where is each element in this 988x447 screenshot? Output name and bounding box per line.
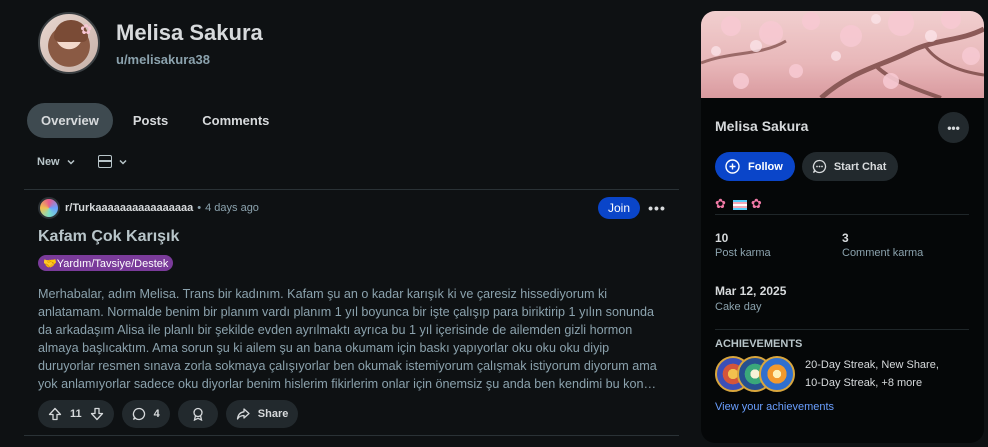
sort-dropdown[interactable]: New [37, 156, 76, 168]
pink-flower-icon: ✿ [750, 196, 765, 211]
sort-label: New [37, 155, 60, 168]
profile-banner [701, 11, 984, 98]
post-flair[interactable]: 🤝Yardım/Tavsiye/Destek [38, 255, 174, 271]
tab-posts[interactable]: Posts [119, 103, 182, 138]
layout-icon [97, 155, 112, 168]
cherry-blossom-banner [701, 11, 984, 98]
vote-control: 11 [38, 400, 114, 428]
tab-comments[interactable]: Comments [188, 103, 283, 138]
achievements-summary: 20-Day Streak, New Share, 10-Day Streak,… [805, 356, 965, 392]
follow-label: Follow [748, 160, 783, 173]
achievements-line: 10-Day Streak, +8 more [805, 377, 923, 389]
card-actions: Follow Start Chat [715, 152, 899, 181]
share-icon [236, 408, 250, 420]
comments-button[interactable]: 4 [121, 400, 170, 428]
post-time: 4 days ago [205, 202, 259, 214]
post-body-line: anlatamam. Normalde benim bir planım var… [38, 305, 654, 319]
post-body-line: yok anlamıyorlar sadece oku diyorlar ben… [38, 377, 663, 391]
separator-dot: • [197, 202, 202, 214]
achievements-title: ACHIEVEMENTS [715, 338, 803, 350]
comment-karma-value: 3 [842, 231, 849, 245]
sidebar-display-name: Melisa Sakura [715, 118, 809, 134]
chat-label: Start Chat [833, 160, 887, 173]
post-body-line: da arkadaşım Alisa ile planlı bir şekild… [38, 323, 633, 337]
downvote-icon[interactable] [90, 407, 104, 421]
comment-count: 4 [153, 408, 160, 420]
post-actions: 11 4 Share [38, 400, 299, 428]
chat-icon [812, 159, 826, 174]
profile-tabs: Overview Posts Comments [27, 103, 283, 138]
achievement-badges[interactable] [715, 356, 797, 392]
post-body-line: duruyorlar resmen sınava zorla sokmaya ç… [38, 359, 657, 373]
achievements-line: 20-Day Streak, New Share, [805, 359, 939, 371]
chevron-down-icon [119, 159, 127, 165]
award-icon [193, 407, 203, 421]
post-karma-label: Post karma [715, 247, 771, 259]
trans-flag-icon [732, 199, 747, 210]
view-achievements-link[interactable]: View your achievements [715, 401, 834, 413]
sort-row: New [37, 155, 128, 168]
divider [715, 329, 969, 330]
subreddit-icon[interactable] [38, 197, 60, 219]
flower-icon: ✿ [80, 21, 92, 37]
profile-card: Melisa Sakura ••• Follow Start Chat ✿ ✿ 1… [701, 11, 984, 443]
award-button[interactable] [177, 400, 218, 428]
cake-day-label: Cake day [715, 301, 762, 313]
profile-flair-icons: ✿ ✿ [715, 196, 765, 212]
cake-day-value: Mar 12, 2025 [715, 284, 787, 298]
tab-overview[interactable]: Overview [27, 103, 113, 138]
avatar[interactable]: ✿ [38, 12, 100, 74]
divider [24, 189, 679, 190]
streak-badge-icon [759, 356, 795, 392]
divider [24, 435, 679, 436]
post-body[interactable]: Merhabalar, adım Melisa. Trans bir kadın… [38, 285, 663, 393]
upvote-icon[interactable] [48, 407, 62, 421]
post-karma-value: 10 [715, 231, 729, 245]
profile-display-name: Melisa Sakura [116, 19, 263, 45]
profile-header: ✿ Melisa Sakura u/melisakura38 [38, 12, 263, 74]
more-options-icon[interactable]: ••• [938, 112, 969, 143]
follow-button[interactable]: Follow [715, 152, 795, 181]
chevron-down-icon [67, 159, 75, 165]
comment-icon [132, 407, 145, 421]
post-body-line: almaya başlıcaktım. Ama sorun şu ki aile… [38, 341, 610, 355]
join-button[interactable]: Join [598, 197, 641, 219]
more-options-icon[interactable]: ••• [646, 197, 668, 219]
share-label: Share [257, 408, 289, 420]
subreddit-link[interactable]: r/Turkaaaaaaaaaaaaaaaa [65, 202, 193, 214]
post-meta: r/Turkaaaaaaaaaaaaaaaa • 4 days ago [38, 197, 259, 219]
divider [715, 214, 969, 215]
post-body-line: Merhabalar, adım Melisa. Trans bir kadın… [38, 287, 608, 301]
comment-karma-label: Comment karma [842, 247, 924, 259]
start-chat-button[interactable]: Start Chat [801, 152, 899, 181]
pink-flower-icon: ✿ [715, 196, 729, 211]
post-title[interactable]: Kafam Çok Karışık [38, 228, 179, 246]
share-button[interactable]: Share [225, 400, 299, 428]
vote-count: 11 [70, 408, 82, 420]
view-layout-dropdown[interactable] [97, 155, 128, 168]
profile-username: u/melisakura38 [116, 51, 210, 67]
plus-circle-icon [725, 159, 740, 174]
